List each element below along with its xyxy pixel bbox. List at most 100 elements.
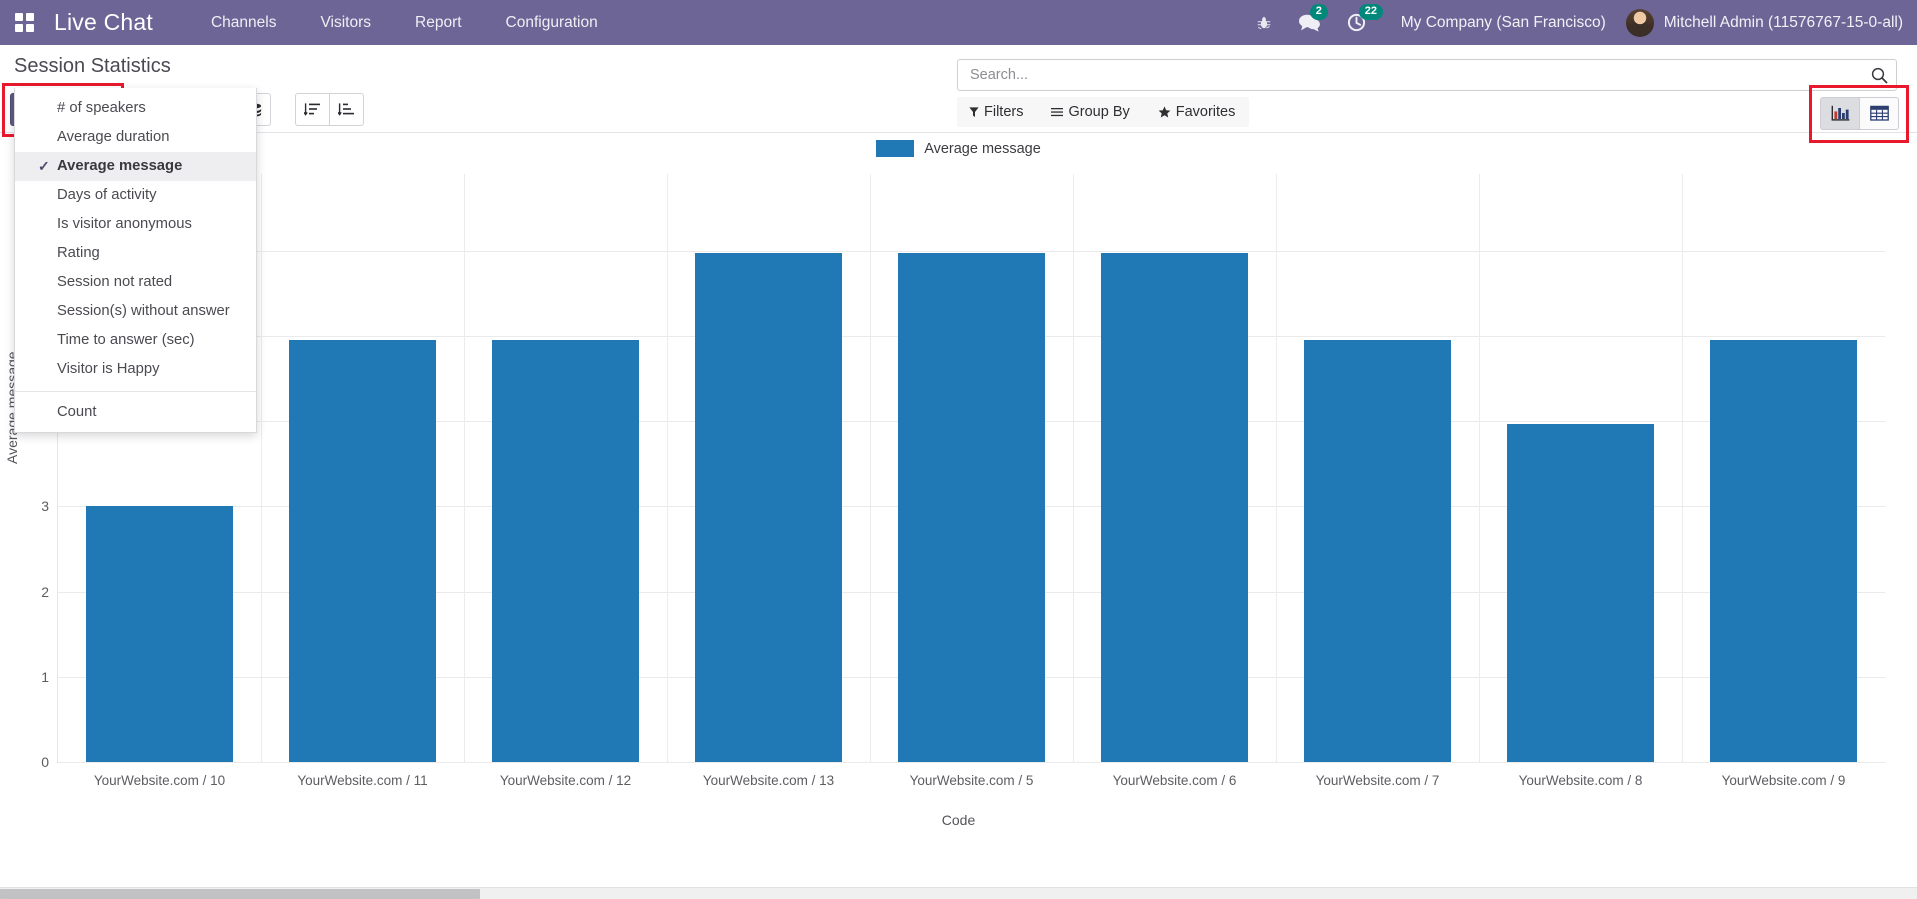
measure-item-4[interactable]: Is visitor anonymous — [15, 210, 256, 239]
chart-plot-area: 0123456YourWebsite.com / 10YourWebsite.c… — [41, 174, 1885, 788]
chart-bar[interactable] — [1101, 253, 1248, 762]
chart-bar[interactable] — [86, 506, 233, 762]
measure-item-3[interactable]: Days of activity — [15, 181, 256, 210]
x-axis-tick: YourWebsite.com / 7 — [1315, 773, 1440, 788]
sort-ascending-button[interactable] — [295, 93, 331, 126]
dropdown-divider — [15, 391, 256, 392]
measure-item-label: Time to answer (sec) — [57, 332, 195, 348]
favorites-dropdown[interactable]: Favorites — [1158, 104, 1236, 120]
navbar-right-group: 2 22 My Company (San Francisco) Mitchell… — [1243, 0, 1917, 45]
funnel-icon — [969, 106, 979, 118]
user-avatar — [1625, 8, 1654, 37]
group-by-dropdown[interactable]: Group By — [1051, 104, 1130, 120]
apps-grid-icon[interactable] — [10, 0, 38, 45]
list-view-button[interactable] — [1859, 97, 1899, 130]
sort-group — [295, 93, 365, 126]
chart-bar[interactable] — [898, 253, 1045, 762]
messages-count-badge: 2 — [1309, 4, 1328, 20]
x-gridline — [870, 174, 871, 762]
x-axis-tick: YourWebsite.com / 6 — [1112, 773, 1237, 788]
magnifier-icon[interactable] — [1862, 67, 1896, 84]
legend-swatch — [876, 140, 915, 157]
x-axis-label: Code — [941, 812, 976, 828]
x-gridline — [667, 174, 668, 762]
legend-label: Average message — [924, 140, 1041, 157]
measure-item-0[interactable]: # of speakers — [15, 94, 256, 123]
measure-item-5[interactable]: Rating — [15, 239, 256, 268]
y-gridline — [58, 762, 1885, 763]
measure-item-label: Session not rated — [57, 274, 173, 290]
user-name-label: Mitchell Admin (11576767-15-0-all) — [1663, 13, 1903, 31]
filters-row: Filters Group By Favorites — [957, 97, 1250, 127]
graph-view-button[interactable] — [1820, 97, 1860, 130]
measure-item-1[interactable]: Average duration — [15, 123, 256, 152]
x-axis-tick: YourWebsite.com / 9 — [1721, 773, 1846, 788]
search-input[interactable] — [958, 67, 1862, 83]
x-axis-tick: YourWebsite.com / 13 — [702, 773, 835, 788]
app-brand-live-chat[interactable]: Live Chat — [54, 9, 153, 36]
chart-bar[interactable] — [1304, 340, 1451, 762]
x-gridline — [1276, 174, 1277, 762]
x-gridline — [1073, 174, 1074, 762]
nav-item-channels[interactable]: Channels — [189, 0, 299, 45]
measure-item-2[interactable]: ✓ Average message — [15, 152, 256, 181]
horizontal-scrollbar[interactable] — [0, 887, 1917, 899]
activities-count-badge: 22 — [1358, 4, 1383, 20]
hamburger-icon — [1051, 106, 1064, 118]
measure-item-label: # of speakers — [57, 100, 146, 116]
measure-item-label: Days of activity — [57, 187, 157, 203]
page-title: Session Statistics — [14, 55, 171, 77]
messages-icon[interactable]: 2 — [1298, 4, 1328, 32]
measure-item-label: Visitor is Happy — [57, 361, 160, 377]
measure-item-label: Average message — [57, 158, 183, 174]
check-icon: ✓ — [38, 158, 50, 174]
filters-dropdown[interactable]: Filters — [969, 104, 1023, 120]
sort-descending-button[interactable] — [329, 93, 365, 126]
chart-bar[interactable] — [695, 253, 842, 762]
chart-bar[interactable] — [1507, 423, 1654, 762]
activities-icon[interactable]: 22 — [1347, 4, 1383, 32]
measure-item-8[interactable]: Time to answer (sec) — [15, 326, 256, 355]
top-navbar: Live Chat Channels Visitors Report Confi… — [0, 0, 1917, 45]
x-axis-tick: YourWebsite.com / 10 — [93, 773, 226, 788]
filters-label: Filters — [984, 104, 1024, 120]
chart-bar[interactable] — [289, 340, 436, 762]
company-selector[interactable]: My Company (San Francisco) — [1401, 14, 1606, 32]
measures-dropdown-menu: # of speakers Average duration ✓ Average me… — [14, 88, 257, 433]
x-axis-tick: YourWebsite.com / 11 — [297, 773, 428, 788]
favorites-label: Favorites — [1175, 104, 1236, 120]
x-gridline — [464, 174, 465, 762]
star-icon — [1158, 106, 1171, 118]
measure-item-label: Average duration — [57, 129, 170, 145]
measure-item-9[interactable]: Visitor is Happy — [15, 355, 256, 384]
control-panel: Session Statistics Measures — [0, 45, 1917, 143]
search-bar[interactable] — [957, 59, 1897, 91]
bug-icon[interactable] — [1256, 15, 1272, 31]
x-gridline — [1682, 174, 1683, 762]
y-gridline — [58, 250, 1885, 252]
view-switcher — [1820, 97, 1899, 130]
nav-item-visitors[interactable]: Visitors — [298, 0, 393, 45]
measure-item-label: Rating — [57, 245, 100, 261]
y-axis-tick: 3 — [41, 498, 49, 515]
measure-item-count[interactable]: Count — [15, 398, 256, 427]
y-axis-tick: 0 — [41, 754, 49, 770]
measure-item-label: Session(s) without answer — [57, 303, 230, 319]
chart-bar[interactable] — [1710, 340, 1857, 762]
graph-view: Average message Average message 0123456Y… — [0, 134, 1917, 899]
group-by-label: Group By — [1068, 104, 1130, 120]
x-gridline — [261, 174, 262, 762]
x-axis-tick: YourWebsite.com / 8 — [1518, 773, 1643, 788]
nav-item-configuration[interactable]: Configuration — [484, 0, 620, 45]
x-gridline — [1479, 174, 1480, 762]
chart-bar[interactable] — [492, 340, 639, 762]
scrollbar-thumb[interactable] — [0, 889, 480, 899]
measure-item-6[interactable]: Session not rated — [15, 268, 256, 297]
user-menu[interactable]: Mitchell Admin (11576767-15-0-all) — [1625, 8, 1903, 37]
x-axis-tick: YourWebsite.com / 5 — [909, 773, 1034, 788]
x-axis-tick: YourWebsite.com / 12 — [499, 773, 632, 788]
measure-item-label: Is visitor anonymous — [57, 216, 192, 232]
measure-item-7[interactable]: Session(s) without answer — [15, 297, 256, 326]
chart-legend: Average message — [0, 140, 1917, 157]
nav-item-report[interactable]: Report — [393, 0, 484, 45]
